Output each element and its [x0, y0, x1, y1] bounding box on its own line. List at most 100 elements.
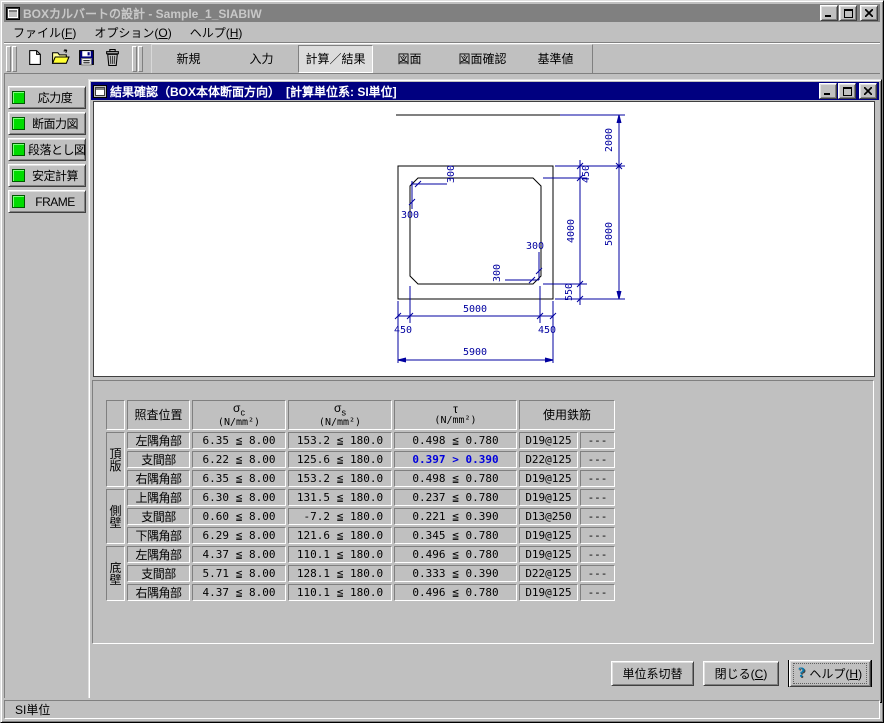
table-corner-cell — [106, 400, 125, 430]
sigma-c-cell: 6.30≦8.00 — [192, 489, 286, 506]
open-folder-button[interactable] — [48, 47, 72, 71]
check-position-cell: 支間部 — [127, 565, 190, 582]
results-panel: 照査位置 σc (N/mm²) σs (N/mm²) τ (N/mm²) — [92, 380, 874, 644]
maximize-icon — [844, 9, 853, 18]
menu-item-o[interactable]: オプション(O) — [85, 22, 180, 43]
statusbar-panel: SI単位 — [4, 700, 880, 719]
toolbar-grip[interactable] — [138, 46, 143, 72]
statusbar: SI単位 — [4, 698, 880, 719]
row-group-側壁: 側壁 — [106, 489, 125, 544]
maximize-button[interactable] — [839, 5, 857, 21]
dim-inner-width: 5000 — [463, 304, 487, 315]
sidebar-button-FRAME[interactable]: FRAME — [8, 190, 86, 213]
help-button[interactable]: ? ヘルプ(H) — [788, 660, 872, 687]
delete-button[interactable] — [100, 47, 124, 71]
dim-haunch-br-v: 300 — [526, 241, 544, 252]
header-sigma-c: σc (N/mm²) — [192, 400, 286, 430]
note-cell: --- — [580, 546, 615, 563]
sigma-c-cell: 6.22≦8.00 — [192, 451, 286, 468]
status-indicator — [12, 117, 25, 130]
header-sigma-s: σs (N/mm²) — [288, 400, 392, 430]
sidebar-button-段落とし図[interactable]: 段落とし図 — [8, 138, 86, 161]
tau-cell: 0.237≦0.780 — [394, 489, 517, 506]
sidebar-button-label: 安定計算 — [28, 167, 82, 184]
sidebar-button-label: 応力度 — [28, 89, 82, 106]
toolbar-grip[interactable] — [6, 46, 11, 72]
status-indicator — [12, 169, 25, 182]
window-title: BOXカルバートの設計 - Sample_1_SIABIW — [23, 5, 819, 22]
sigma-s-cell: 110.1≦180.0 — [288, 584, 392, 601]
rebar-cell: D19@125 — [519, 470, 578, 487]
toolbar-tab-図面確認[interactable]: 図面確認 — [446, 45, 519, 73]
sidebar-button-断面力図[interactable]: 断面力図 — [8, 112, 86, 135]
note-cell: --- — [580, 508, 615, 525]
save-button[interactable] — [74, 47, 98, 71]
sidebar-button-安定計算[interactable]: 安定計算 — [8, 164, 86, 187]
toolbar-button-strip: 新規入力計算／結果図面図面確認基準値 — [151, 44, 593, 74]
box-section-drawing: 450 4000 550 2000 5000 5000 450 450 5900… — [94, 102, 874, 376]
footer-buttons: 単位系切替 閉じる(C) ? ヘルプ(H) — [611, 660, 872, 687]
toolbar-icon-group — [22, 47, 124, 71]
status-indicator — [12, 143, 25, 156]
sigma-s-cell: 128.1≦180.0 — [288, 565, 392, 582]
toolbar-grip[interactable] — [12, 46, 17, 72]
dimension-lines — [395, 115, 625, 363]
toolbar-tab-新規[interactable]: 新規 — [152, 45, 225, 73]
minimize-button[interactable] — [820, 5, 838, 21]
close-button[interactable] — [860, 5, 878, 21]
open-folder-icon — [51, 49, 70, 69]
menu-item-f[interactable]: ファイル(F) — [4, 22, 85, 43]
dim-bottom-slab: 550 — [564, 283, 575, 301]
main-window: BOXカルバートの設計 - Sample_1_SIABIW ファイル(F)オプシ… — [0, 0, 884, 723]
toolbar-tab-図面[interactable]: 図面 — [373, 45, 446, 73]
dim-haunch-tl-h: 300 — [446, 165, 457, 183]
toolbar-grip[interactable] — [132, 46, 137, 72]
client-area: 応力度断面力図段落とし図安定計算FRAME 結果確認（BOX本体断面方向） [計… — [4, 73, 880, 698]
new-file-button[interactable] — [22, 47, 46, 71]
header-rebar: 使用鉄筋 — [519, 400, 615, 430]
tau-cell: 0.496≦0.780 — [394, 546, 517, 563]
check-position-cell: 右隅角部 — [127, 470, 190, 487]
sigma-s-cell: -7.2≦180.0 — [288, 508, 392, 525]
child-maximize-button[interactable] — [838, 83, 856, 99]
dim-right-wall: 450 — [538, 325, 556, 336]
note-cell: --- — [580, 584, 615, 601]
note-cell: --- — [580, 489, 615, 506]
check-position-cell: 左隅角部 — [127, 546, 190, 563]
structure-outline — [396, 115, 560, 299]
note-cell: --- — [580, 432, 615, 449]
menu-item-h[interactable]: ヘルプ(H) — [181, 22, 252, 43]
tau-cell: 0.498≦0.780 — [394, 470, 517, 487]
sidebar-button-応力度[interactable]: 応力度 — [8, 86, 86, 109]
toolbar-tab-基準値[interactable]: 基準値 — [519, 45, 592, 73]
sidebar: 応力度断面力図段落とし図安定計算 FRAME — [8, 86, 86, 216]
child-close-button[interactable] — [859, 83, 877, 99]
tau-cell: 0.397>0.390 — [394, 451, 517, 468]
save-icon — [78, 49, 95, 69]
toolbar-tab-計算／結果[interactable]: 計算／結果 — [298, 45, 373, 73]
sigma-s-cell: 121.6≦180.0 — [288, 527, 392, 544]
child-minimize-button[interactable] — [819, 83, 837, 99]
header-tau: τ (N/mm²) — [394, 400, 517, 430]
unit-system-status: SI単位 — [15, 701, 50, 718]
tau-cell: 0.496≦0.780 — [394, 584, 517, 601]
sigma-c-cell: 4.37≦8.00 — [192, 546, 286, 563]
close-dialog-button[interactable]: 閉じる(C) — [703, 661, 779, 686]
unit-system-switch-button[interactable]: 単位系切替 — [611, 661, 694, 686]
row-group-頂版: 頂版 — [106, 432, 125, 487]
sigma-s-cell: 153.2≦180.0 — [288, 470, 392, 487]
status-indicator — [12, 91, 25, 104]
check-position-cell: 支間部 — [127, 508, 190, 525]
sigma-s-cell: 131.5≦180.0 — [288, 489, 392, 506]
rebar-cell: D19@125 — [519, 527, 578, 544]
toolbar-tab-入力[interactable]: 入力 — [225, 45, 298, 73]
header-position: 照査位置 — [127, 400, 190, 430]
sigma-s-cell: 153.2≦180.0 — [288, 432, 392, 449]
dim-top-slab: 450 — [581, 165, 592, 183]
tau-cell: 0.498≦0.780 — [394, 432, 517, 449]
results-window: 結果確認（BOX本体断面方向） [計算単位系: SI単位] — [88, 79, 882, 703]
sigma-s-cell: 110.1≦180.0 — [288, 546, 392, 563]
note-cell: --- — [580, 451, 615, 468]
tau-cell: 0.221≦0.390 — [394, 508, 517, 525]
sidebar-button-label: FRAME — [28, 195, 82, 209]
